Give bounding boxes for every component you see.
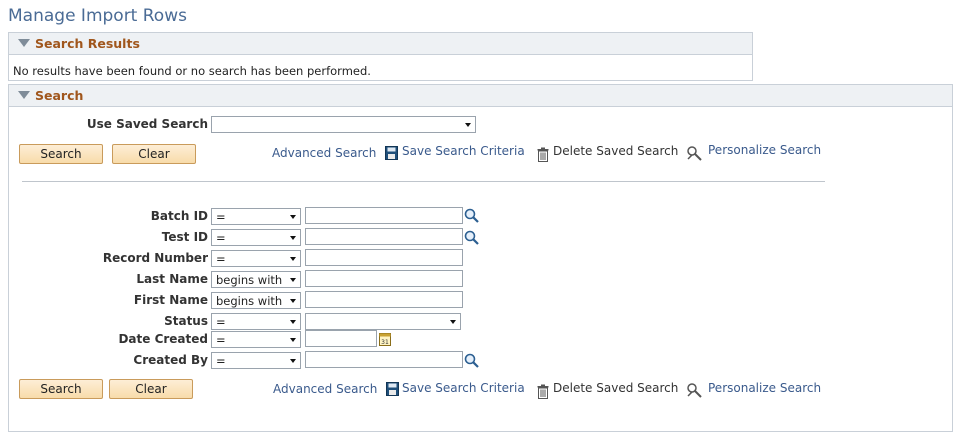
delete-saved-search-top[interactable]: Delete Saved Search: [553, 144, 678, 158]
record-number-label: Record Number: [102, 251, 208, 265]
search-button-bottom[interactable]: Search: [19, 379, 103, 399]
date-created-label: Date Created: [118, 332, 208, 346]
test-id-operator-value: =: [216, 231, 226, 245]
svg-text:31: 31: [381, 339, 389, 346]
batch-id-operator[interactable]: =: [211, 208, 301, 225]
date-created-operator-value: =: [216, 333, 226, 347]
magnifier-icon[interactable]: [464, 353, 479, 368]
status-operator-value: =: [216, 315, 226, 329]
dropdown-arrow-icon: [290, 320, 296, 324]
batch-id-input[interactable]: [305, 207, 463, 224]
collapse-triangle-icon[interactable]: [18, 39, 30, 47]
dropdown-arrow-icon: [290, 278, 296, 282]
clear-button-bottom[interactable]: Clear: [109, 379, 193, 399]
advanced-search-link-top[interactable]: Advanced Search: [272, 146, 376, 160]
first-name-operator-value: begins with: [216, 294, 283, 308]
record-number-input[interactable]: [305, 249, 463, 266]
search-results-section: Search Results No results have been foun…: [8, 32, 753, 81]
record-number-operator[interactable]: =: [211, 250, 301, 267]
last-name-operator[interactable]: begins with: [211, 271, 301, 288]
trash-icon[interactable]: [537, 147, 549, 162]
test-id-label: Test ID: [161, 230, 208, 244]
created-by-label: Created By: [133, 353, 208, 367]
delete-saved-search-bottom[interactable]: Delete Saved Search: [553, 381, 678, 395]
status-operator[interactable]: =: [211, 313, 301, 330]
dropdown-arrow-icon: [290, 338, 296, 342]
save-criteria-link-top[interactable]: Save Search Criteria: [402, 144, 525, 158]
created-by-input[interactable]: [305, 351, 463, 368]
date-created-input[interactable]: [305, 330, 377, 347]
save-criteria-link-bottom[interactable]: Save Search Criteria: [402, 381, 525, 395]
record-number-operator-value: =: [216, 252, 226, 266]
save-disk-icon[interactable]: [385, 146, 398, 160]
status-value-select[interactable]: [305, 313, 461, 330]
dropdown-arrow-icon: [465, 123, 471, 127]
last-name-input[interactable]: [305, 270, 463, 287]
date-created-operator[interactable]: =: [211, 331, 301, 348]
created-by-operator-value: =: [216, 354, 226, 368]
personalize-icon[interactable]: [686, 145, 703, 161]
divider: [22, 181, 825, 182]
dropdown-arrow-icon: [450, 320, 456, 324]
no-results-message: No results have been found or no search …: [13, 64, 371, 78]
search-results-title: Search Results: [35, 36, 140, 51]
collapse-triangle-icon[interactable]: [18, 91, 30, 99]
batch-id-label: Batch ID: [150, 209, 208, 223]
last-name-label: Last Name: [136, 272, 208, 286]
test-id-input[interactable]: [305, 228, 463, 245]
created-by-operator[interactable]: =: [211, 352, 301, 369]
dropdown-arrow-icon: [290, 359, 296, 363]
magnifier-icon[interactable]: [464, 208, 479, 223]
dropdown-arrow-icon: [290, 236, 296, 240]
trash-icon[interactable]: [537, 384, 549, 399]
saved-search-select[interactable]: [211, 116, 476, 133]
personalize-search-link-bottom[interactable]: Personalize Search: [708, 381, 821, 395]
dropdown-arrow-icon: [290, 299, 296, 303]
saved-search-label: Use Saved Search: [86, 117, 208, 131]
last-name-operator-value: begins with: [216, 273, 283, 287]
clear-button-top[interactable]: Clear: [112, 144, 196, 164]
search-title: Search: [35, 88, 84, 103]
first-name-label: First Name: [133, 293, 208, 307]
search-button-top[interactable]: Search: [19, 144, 103, 164]
test-id-operator[interactable]: =: [211, 229, 301, 246]
search-results-header[interactable]: Search Results: [9, 33, 752, 55]
dropdown-arrow-icon: [290, 215, 296, 219]
batch-id-operator-value: =: [216, 210, 226, 224]
dropdown-arrow-icon: [290, 257, 296, 261]
save-disk-icon[interactable]: [386, 382, 399, 396]
search-header[interactable]: Search: [9, 85, 952, 107]
personalize-icon[interactable]: [686, 382, 703, 398]
first-name-input[interactable]: [305, 291, 463, 308]
magnifier-icon[interactable]: [464, 230, 479, 245]
calendar-icon[interactable]: 31: [379, 332, 391, 346]
personalize-search-link-top[interactable]: Personalize Search: [708, 143, 821, 157]
page-title: Manage Import Rows: [8, 6, 187, 26]
status-label: Status: [164, 314, 208, 328]
advanced-search-link-bottom[interactable]: Advanced Search: [273, 382, 377, 396]
first-name-operator[interactable]: begins with: [211, 292, 301, 309]
